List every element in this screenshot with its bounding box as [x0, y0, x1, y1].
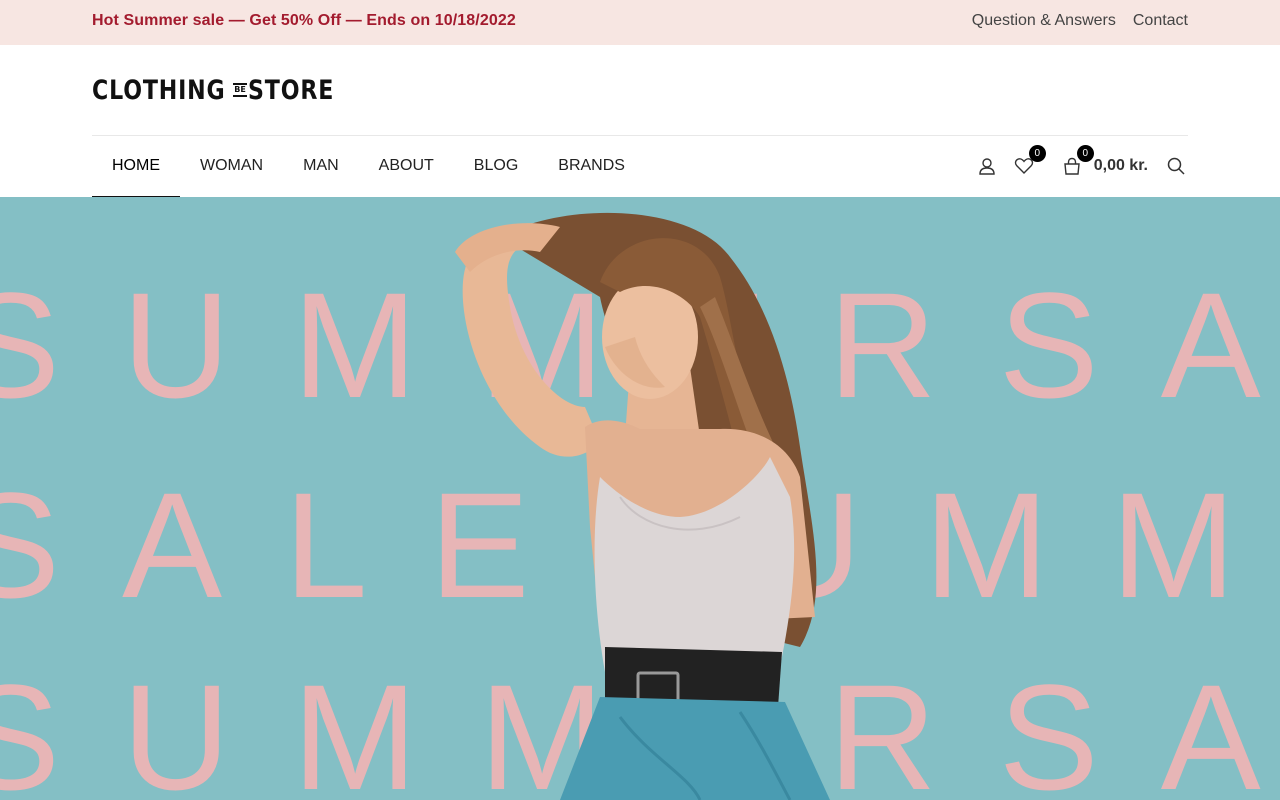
search-icon — [1167, 157, 1185, 175]
hero-model-image — [0, 197, 1280, 800]
nav-item-man[interactable]: MAN — [283, 135, 359, 197]
bag-icon — [1063, 157, 1081, 175]
contact-link[interactable]: Contact — [1133, 12, 1188, 30]
top-links: Question & Answers Contact — [972, 12, 1188, 30]
nav-item-about[interactable]: ABOUT — [359, 135, 454, 197]
qa-link[interactable]: Question & Answers — [972, 12, 1116, 30]
user-icon — [978, 157, 996, 175]
logo[interactable]: CLOTHING BE STORE — [92, 74, 334, 106]
nav-item-woman[interactable]: WOMAN — [180, 135, 283, 197]
nav-item-home[interactable]: HOME — [92, 135, 180, 200]
nav-item-blog[interactable]: BLOG — [454, 135, 538, 197]
main-nav: HOME WOMAN MAN ABOUT BLOG BRANDS — [92, 135, 645, 200]
cart-button[interactable]: 0 — [1060, 145, 1094, 178]
promo-banner: Hot Summer sale — Get 50% Off — Ends on … — [92, 12, 516, 29]
logo-word-right: STORE — [248, 74, 335, 106]
search-button[interactable] — [1164, 154, 1188, 178]
nav-bar: HOME WOMAN MAN ABOUT BLOG BRANDS 0 0 0,0… — [0, 135, 1280, 200]
wishlist-count-badge: 0 — [1028, 145, 1046, 162]
cart-total[interactable]: 0,00 kr. — [1094, 157, 1148, 175]
nav-item-brands[interactable]: BRANDS — [538, 135, 645, 197]
logo-be: BE — [234, 85, 246, 94]
hero-banner[interactable]: SUMMERSAL SALESUMMER SUMMERSAL — [0, 197, 1280, 800]
top-bar: Hot Summer sale — Get 50% Off — Ends on … — [0, 0, 1280, 45]
header-tools: 0 0 0,00 kr. — [975, 135, 1188, 197]
account-button[interactable] — [975, 154, 999, 178]
header: CLOTHING BE STORE — [0, 45, 1280, 135]
logo-word-left: CLOTHING — [92, 74, 226, 106]
logo-middle: BE — [232, 75, 248, 105]
cart-count-badge: 0 — [1076, 145, 1094, 162]
wishlist-button[interactable]: 0 — [1012, 145, 1046, 178]
